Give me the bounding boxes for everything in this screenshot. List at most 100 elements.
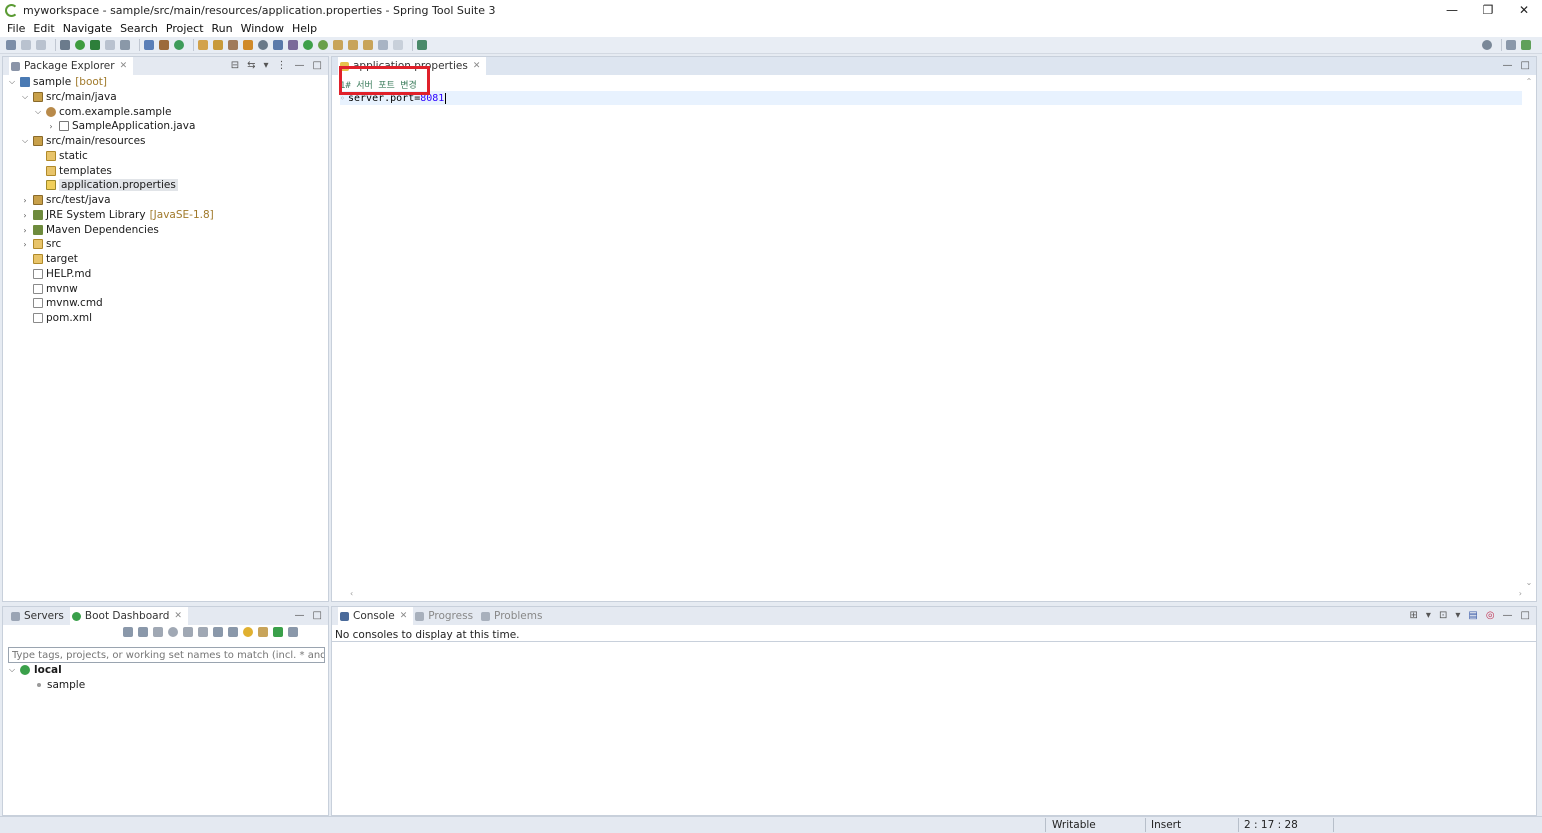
expand-arrow-icon[interactable]: ⌵ [20,92,30,102]
collapse-arrow-icon[interactable]: › [20,196,30,205]
minimize-view-icon[interactable]: — [1503,60,1513,71]
boot-dashboard-filter-input[interactable] [8,647,325,663]
maximize-view-icon[interactable]: □ [313,60,322,71]
pin-icon[interactable] [288,40,298,50]
new-console-icon[interactable]: ▾ [1455,610,1460,621]
tree-item[interactable]: ⌵ sample [boot] [7,75,107,89]
debug-icon[interactable] [138,627,148,637]
new-icon[interactable] [6,40,16,50]
collapse-arrow-icon[interactable]: › [20,211,30,220]
pin-console-icon[interactable]: ⊡ [1439,610,1447,621]
link-icon[interactable] [198,627,208,637]
menu-file[interactable]: File [3,22,29,35]
tree-item[interactable]: ⌵ src/main/resources [20,134,146,148]
collapse-arrow-icon[interactable]: › [20,240,30,249]
collapse-arrow-icon[interactable]: › [20,226,30,235]
expand-arrow-icon[interactable]: ⌵ [33,107,43,117]
tree-item[interactable]: › src/test/java [20,193,110,207]
spring-icon[interactable]: ◎ [1486,610,1495,621]
editor-text-area[interactable]: 1# 서버 포트 변경 ◦ server.port= 8081 [340,77,1522,587]
close-button[interactable]: ✕ [1506,0,1542,20]
collapse-arrow-icon[interactable]: › [46,122,56,131]
tree-item-sample[interactable]: sample [33,678,85,692]
tree-item[interactable]: › SampleApplication.java [46,119,195,133]
new-java-project-icon[interactable] [144,40,154,50]
tab-console[interactable]: Console ✕ [338,607,414,625]
tab-problems[interactable]: Problems [479,607,548,625]
open-browser-icon[interactable] [168,627,178,637]
tree-item[interactable]: static [33,149,88,163]
menu-search[interactable]: Search [116,22,162,35]
expose-icon[interactable] [258,627,268,637]
status-cursor-position[interactable]: 2 : 17 : 28 [1244,819,1298,831]
tab-progress[interactable]: Progress [413,607,479,625]
last-edit-location-icon[interactable] [363,40,373,50]
scroll-up-icon[interactable]: ⌃ [1524,77,1534,86]
tree-item[interactable]: › src [20,237,61,251]
spring-perspective-icon[interactable] [1521,40,1531,50]
web-browser-icon[interactable] [258,40,268,50]
back-icon[interactable] [378,40,388,50]
filter-icon[interactable]: ▾ [264,60,269,71]
collapse-all-icon[interactable]: ⊟ [231,60,239,71]
tree-item[interactable]: ⌵ com.example.sample [33,105,172,119]
add-icon[interactable] [273,627,283,637]
stop-icon[interactable] [153,627,163,637]
relaunch-icon[interactable] [120,40,130,50]
menu-run[interactable]: Run [208,22,237,35]
open-perspective-icon[interactable] [1506,40,1516,50]
expand-arrow-icon[interactable]: ⌵ [7,665,17,675]
new-package-icon[interactable] [159,40,169,50]
minimize-view-icon[interactable]: — [295,60,305,71]
open-type-icon[interactable] [198,40,208,50]
tree-item[interactable]: HELP.md [20,267,91,281]
console-icon[interactable] [183,627,193,637]
minimize-view-icon[interactable]: — [295,610,305,621]
edit-icon[interactable] [213,627,223,637]
status-insert-mode[interactable]: Insert [1151,819,1181,831]
horizontal-scrollbar[interactable]: ‹ › [340,589,1522,599]
tree-item[interactable]: pom.xml [20,311,92,325]
search-tool-icon[interactable] [228,40,238,50]
expand-arrow-icon[interactable]: ⌵ [20,136,30,146]
menu-navigate[interactable]: Navigate [59,22,116,35]
open-console-icon[interactable]: ⊞ [1410,610,1418,621]
menu-window[interactable]: Window [237,22,288,35]
tree-item[interactable]: ⌵ src/main/java [20,90,117,104]
lightbulb-icon[interactable] [243,627,253,637]
close-icon[interactable]: ✕ [120,61,128,71]
debug-icon[interactable] [60,40,70,50]
link-with-editor-icon[interactable]: ⇆ [247,60,255,71]
console-view-icon[interactable] [273,40,283,50]
vertical-scrollbar[interactable]: ⌃ ⌄ [1524,77,1534,587]
previous-annotation-icon[interactable] [348,40,358,50]
open-perspective-dialog-icon[interactable] [417,40,427,50]
spring-boot-icon[interactable] [303,40,313,50]
copy-icon[interactable]: ▤ [1468,610,1477,621]
tree-item[interactable]: templates [33,164,112,178]
close-icon[interactable]: ✕ [400,611,408,621]
search-icon[interactable] [1482,40,1492,50]
maximize-view-icon[interactable]: □ [313,610,322,621]
properties-icon[interactable] [228,627,238,637]
tree-item[interactable]: mvnw [20,282,78,296]
refresh-icon[interactable] [318,40,328,50]
forward-icon[interactable] [393,40,403,50]
restore-button[interactable]: ❐ [1470,0,1506,20]
tree-item-selected[interactable]: application.properties [33,178,178,192]
menu-help[interactable]: Help [288,22,321,35]
maximize-view-icon[interactable]: □ [1521,610,1530,621]
start-icon[interactable] [123,627,133,637]
minimize-view-icon[interactable]: — [1503,610,1513,621]
view-menu-icon[interactable] [288,627,298,637]
tree-item[interactable]: › Maven Dependencies [20,223,159,237]
display-selected-console-icon[interactable]: ▾ [1426,610,1431,621]
tab-boot-dashboard[interactable]: Boot Dashboard ✕ [69,607,188,625]
tree-item-local[interactable]: ⌵ local [7,663,62,677]
open-task-icon[interactable] [213,40,223,50]
tree-item[interactable]: mvnw.cmd [20,296,103,310]
close-icon[interactable]: ✕ [174,611,182,621]
scroll-left-icon[interactable]: ‹ [350,589,353,598]
open-resource-icon[interactable] [243,40,253,50]
scroll-down-icon[interactable]: ⌄ [1524,578,1534,587]
